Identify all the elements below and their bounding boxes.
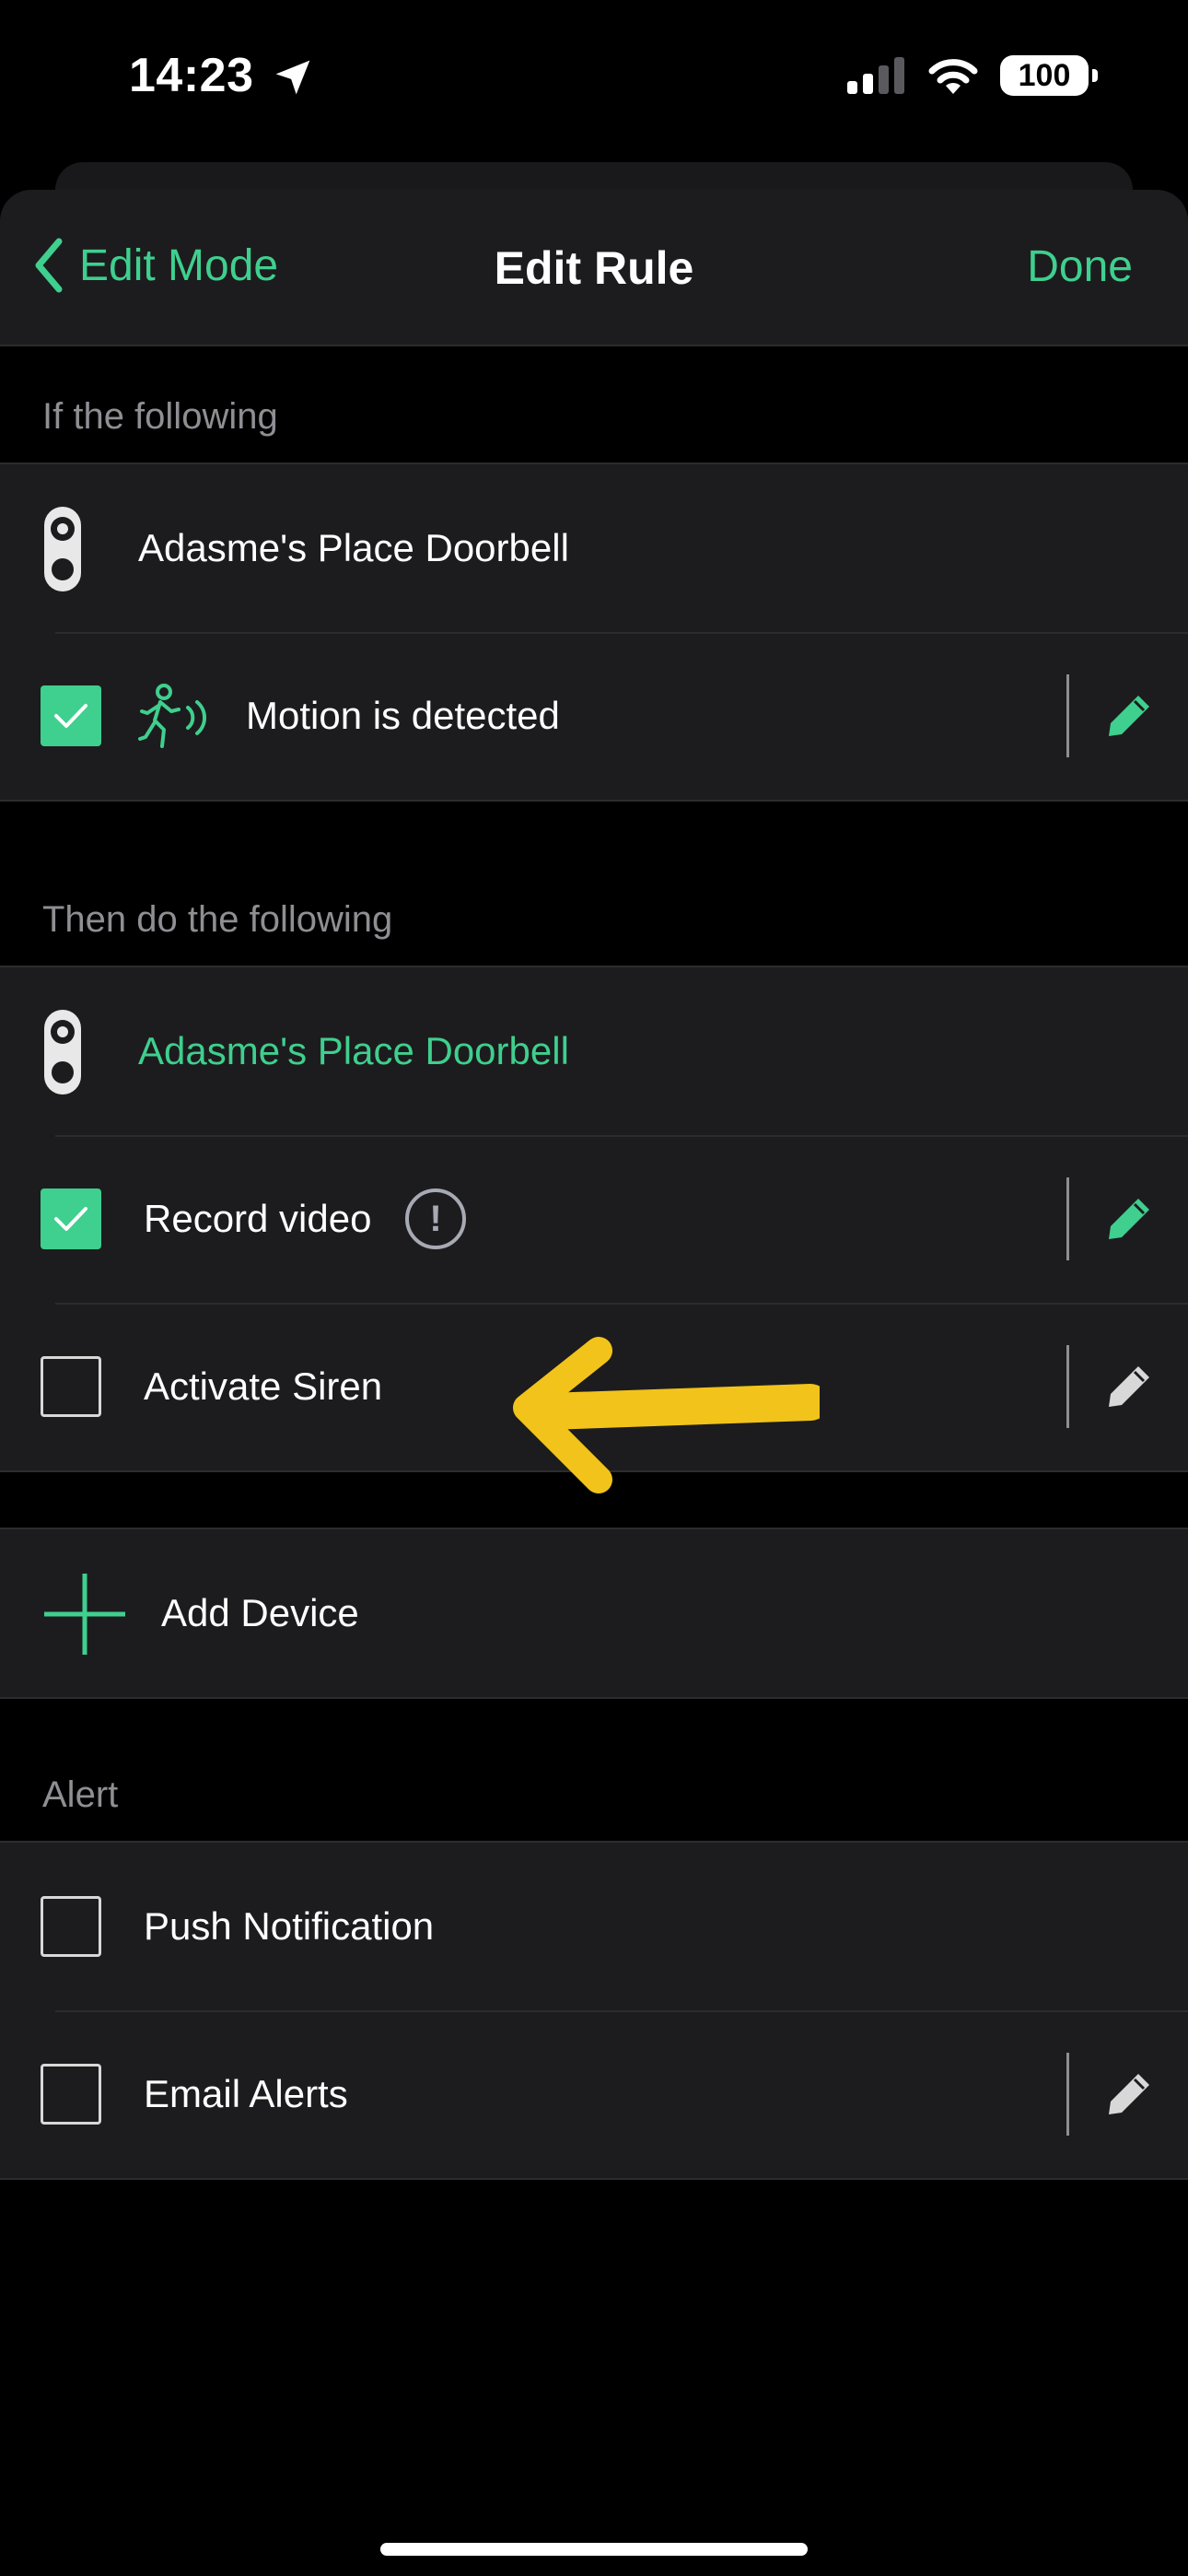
wifi-icon <box>928 59 978 94</box>
page-title: Edit Rule <box>494 242 694 294</box>
annotation-arrow-icon <box>513 1337 820 1493</box>
push-notification-label: Push Notification <box>144 1904 435 1948</box>
trigger-device-row[interactable]: Adasme's Place Doorbell <box>0 464 1188 632</box>
activate-siren-label: Activate Siren <box>144 1364 383 1408</box>
email-alerts-checkbox[interactable] <box>41 2064 101 2125</box>
action-device-row[interactable]: Adasme's Place Doorbell <box>0 967 1188 1135</box>
status-bar: 14:23 100 <box>0 0 1188 157</box>
alert-row-email-alerts[interactable]: Email Alerts <box>0 2010 1188 2178</box>
row-divider <box>1066 674 1069 757</box>
edit-pencil-icon[interactable] <box>1105 1195 1153 1243</box>
home-indicator[interactable] <box>380 2543 808 2556</box>
checkmark-icon <box>54 1207 87 1231</box>
motion-checkbox[interactable] <box>41 685 101 746</box>
add-device-group: Add Device <box>0 1528 1188 1699</box>
doorbell-icon <box>44 1010 81 1095</box>
push-notification-checkbox[interactable] <box>41 1896 101 1957</box>
trigger-section-header: If the following <box>42 396 278 437</box>
trigger-device-name: Adasme's Place Doorbell <box>138 526 569 569</box>
battery-indicator: 100 <box>1000 55 1098 96</box>
add-device-row[interactable]: Add Device <box>0 1529 1188 1697</box>
trigger-row-motion[interactable]: Motion is detected <box>0 632 1188 800</box>
done-button[interactable]: Done <box>1027 241 1133 292</box>
navigation-bar: Edit Mode Edit Rule Done <box>0 190 1188 346</box>
motion-person-icon <box>138 684 207 748</box>
edit-pencil-icon[interactable] <box>1105 1363 1153 1411</box>
action-row-record-video[interactable]: Record video ! <box>0 1135 1188 1303</box>
add-device-label: Add Device <box>161 1591 359 1634</box>
status-time: 14:23 <box>129 49 254 102</box>
email-alerts-label: Email Alerts <box>144 2072 348 2115</box>
doorbell-icon <box>44 507 81 591</box>
record-video-checkbox[interactable] <box>41 1188 101 1249</box>
alert-row-push-notification[interactable]: Push Notification <box>0 1843 1188 2010</box>
edit-rule-sheet: Edit Mode Edit Rule Done If the followin… <box>0 190 1188 2576</box>
motion-label: Motion is detected <box>246 694 560 737</box>
status-indicators: 100 <box>847 55 1098 96</box>
alert-section-header: Alert <box>42 1774 119 1815</box>
row-divider <box>1066 2053 1069 2136</box>
plus-icon <box>44 1574 125 1655</box>
activate-siren-checkbox[interactable] <box>41 1356 101 1417</box>
row-divider <box>1066 1345 1069 1428</box>
edit-pencil-icon[interactable] <box>1105 2070 1153 2118</box>
action-device-name: Adasme's Place Doorbell <box>138 1029 569 1072</box>
trigger-group: Adasme's Place Doorbell Motion is detect… <box>0 463 1188 802</box>
info-icon[interactable]: ! <box>405 1188 466 1249</box>
action-section-header: Then do the following <box>42 899 393 940</box>
edit-pencil-icon[interactable] <box>1105 692 1153 740</box>
alert-group: Push Notification Email Alerts <box>0 1841 1188 2180</box>
location-arrow-icon <box>275 60 310 95</box>
row-divider <box>1066 1177 1069 1260</box>
checkmark-icon <box>54 704 87 728</box>
record-video-label: Record video <box>144 1197 372 1240</box>
cellular-signal-icon <box>847 57 904 94</box>
